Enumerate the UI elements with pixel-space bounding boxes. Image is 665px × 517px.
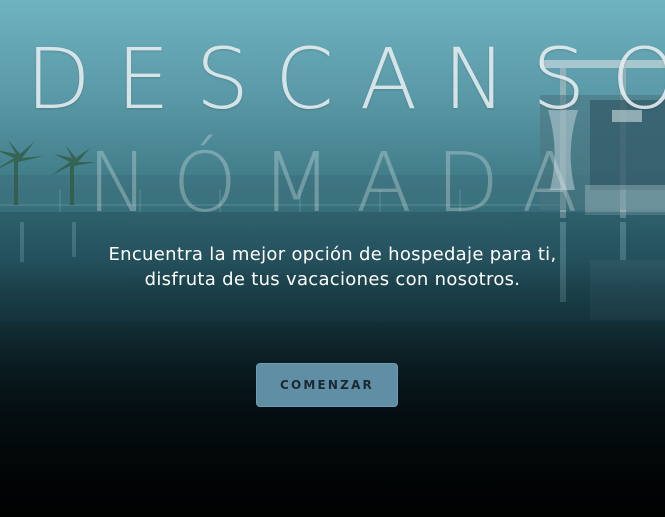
hero-subtitle: Encuentra la mejor opción de hospedaje p… — [108, 244, 557, 290]
start-button[interactable]: COMENZAR — [256, 363, 398, 407]
hero-title-line-2: NÓMADA — [87, 136, 602, 231]
hero-section: DESCANSO NÓMADA Encuentra la mejor opció… — [0, 0, 665, 517]
hero-title-line-1: DESCANSO — [26, 30, 665, 128]
